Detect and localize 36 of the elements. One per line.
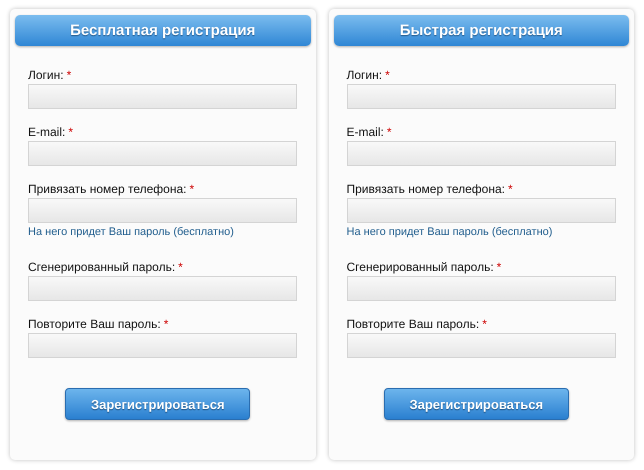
input-field[interactable] <box>346 141 616 166</box>
field-hint: На него придет Ваш пароль (бесплатно) <box>346 226 554 238</box>
required-mark: * <box>508 182 513 196</box>
field-label: Повторите Ваш пароль: <box>346 317 480 331</box>
input-field[interactable] <box>28 198 297 223</box>
input-field[interactable] <box>28 84 297 109</box>
input-field[interactable] <box>346 84 616 109</box>
field-label: Сгенерированный пароль: <box>346 260 494 274</box>
field-label: Повторите Ваш пароль: <box>28 317 161 331</box>
required-mark: * <box>385 68 390 82</box>
field-label: E-mail: <box>28 125 66 139</box>
field-label: Привязать номер телефона: <box>346 182 505 196</box>
register-button[interactable]: Зарегистрироваться <box>384 388 569 420</box>
panel-header: Бесплатная регистрация <box>15 15 310 46</box>
field-label: Сгенерированный пароль: <box>28 260 176 274</box>
panel-header: Быстрая регистрация <box>334 15 629 46</box>
input-field[interactable] <box>346 333 616 358</box>
field-hint: На него придет Ваш пароль (бесплатно) <box>28 226 235 238</box>
required-mark: * <box>68 125 74 139</box>
required-mark: * <box>164 317 168 331</box>
field-label: Логин: <box>346 68 382 82</box>
field-label: Привязать номер телефона: <box>28 182 186 196</box>
required-mark: * <box>482 317 487 331</box>
field-label: E-mail: <box>346 125 384 139</box>
input-field[interactable] <box>28 141 297 166</box>
required-mark: * <box>496 260 502 274</box>
required-mark: * <box>386 125 392 139</box>
field-label: Логин: <box>28 68 64 82</box>
input-field[interactable] <box>28 333 297 358</box>
input-field[interactable] <box>346 198 616 223</box>
input-field[interactable] <box>28 276 297 301</box>
register-button[interactable]: Зарегистрироваться <box>65 388 250 420</box>
input-field[interactable] <box>346 276 616 301</box>
required-mark: * <box>189 182 194 196</box>
required-mark: * <box>178 260 183 274</box>
required-mark: * <box>66 68 72 82</box>
